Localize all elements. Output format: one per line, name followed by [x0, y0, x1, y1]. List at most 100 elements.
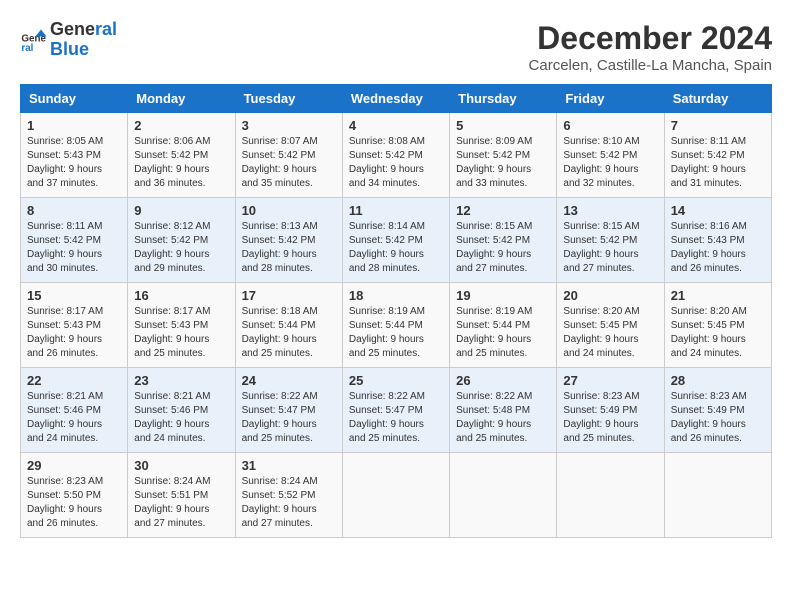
table-row: 1 Sunrise: 8:05 AM Sunset: 5:43 PM Daylig… [21, 113, 128, 198]
table-row: 25 Sunrise: 8:22 AM Sunset: 5:47 PM Dayli… [342, 368, 449, 453]
logo-text: General Blue [50, 20, 117, 60]
day-info: Sunrise: 8:23 AM Sunset: 5:49 PM Dayligh… [563, 390, 657, 446]
table-row: 22 Sunrise: 8:21 AM Sunset: 5:46 PM Dayli… [21, 368, 128, 453]
day-info: Sunrise: 8:20 AM Sunset: 5:45 PM Dayligh… [671, 305, 765, 361]
table-row: 11 Sunrise: 8:14 AM Sunset: 5:42 PM Dayli… [342, 198, 449, 283]
table-row: 10Sunrise: 8:13 AM Sunset: 5:42 PM Dayli… [235, 198, 342, 283]
table-row: 13 Sunrise: 8:15 AM Sunset: 5:42 PM Dayli… [557, 198, 664, 283]
day-info: Sunrise: 8:10 AM Sunset: 5:42 PM Dayligh… [563, 135, 657, 191]
day-info: Sunrise: 8:19 AM Sunset: 5:44 PM Dayligh… [456, 305, 550, 361]
table-row: 4 Sunrise: 8:08 AM Sunset: 5:42 PM Daylig… [342, 113, 449, 198]
calendar-week-row: 1 Sunrise: 8:05 AM Sunset: 5:43 PM Daylig… [21, 113, 772, 198]
day-number: 5 [456, 118, 550, 133]
day-info: Sunrise: 8:22 AM Sunset: 5:47 PM Dayligh… [349, 390, 443, 446]
day-number: 13 [563, 203, 657, 218]
day-info: Sunrise: 8:15 AM Sunset: 5:42 PM Dayligh… [456, 220, 550, 276]
day-number: 3 [242, 118, 336, 133]
day-number: 6 [563, 118, 657, 133]
day-number: 4 [349, 118, 443, 133]
day-number: 11 [349, 203, 443, 218]
day-info: Sunrise: 8:09 AM Sunset: 5:42 PM Dayligh… [456, 135, 550, 191]
day-number: 10 [242, 203, 336, 218]
table-row: 15 Sunrise: 8:17 AM Sunset: 5:43 PM Dayli… [21, 283, 128, 368]
day-info: Sunrise: 8:21 AM Sunset: 5:46 PM Dayligh… [27, 390, 121, 446]
day-info: Sunrise: 8:24 AM Sunset: 5:52 PM Dayligh… [242, 475, 336, 531]
day-info: Sunrise: 8:23 AM Sunset: 5:49 PM Dayligh… [671, 390, 765, 446]
month-title: December 2024 [529, 20, 772, 57]
table-row: 20Sunrise: 8:20 AM Sunset: 5:45 PM Dayli… [557, 283, 664, 368]
calendar-week-row: 29Sunrise: 8:23 AM Sunset: 5:50 PM Dayli… [21, 453, 772, 538]
table-row: 3 Sunrise: 8:07 AM Sunset: 5:42 PM Daylig… [235, 113, 342, 198]
col-tuesday: Tuesday [235, 85, 342, 113]
day-info: Sunrise: 8:23 AM Sunset: 5:50 PM Dayligh… [27, 475, 121, 531]
day-number: 30 [134, 458, 228, 473]
day-info: Sunrise: 8:24 AM Sunset: 5:51 PM Dayligh… [134, 475, 228, 531]
col-monday: Monday [128, 85, 235, 113]
day-info: Sunrise: 8:07 AM Sunset: 5:42 PM Dayligh… [242, 135, 336, 191]
table-row: 30 Sunrise: 8:24 AM Sunset: 5:51 PM Dayli… [128, 453, 235, 538]
day-number: 21 [671, 288, 765, 303]
table-row: 7Sunrise: 8:11 AM Sunset: 5:42 PM Daylig… [664, 113, 771, 198]
day-info: Sunrise: 8:06 AM Sunset: 5:42 PM Dayligh… [134, 135, 228, 191]
day-number: 14 [671, 203, 765, 218]
day-info: Sunrise: 8:05 AM Sunset: 5:43 PM Dayligh… [27, 135, 121, 191]
calendar-week-row: 8 Sunrise: 8:11 AM Sunset: 5:42 PM Daylig… [21, 198, 772, 283]
table-row: 27 Sunrise: 8:23 AM Sunset: 5:49 PM Dayli… [557, 368, 664, 453]
day-number: 17 [242, 288, 336, 303]
day-number: 25 [349, 373, 443, 388]
table-row: 26Sunrise: 8:22 AM Sunset: 5:48 PM Dayli… [450, 368, 557, 453]
table-row: 5 Sunrise: 8:09 AM Sunset: 5:42 PM Daylig… [450, 113, 557, 198]
table-row [557, 453, 664, 538]
day-info: Sunrise: 8:17 AM Sunset: 5:43 PM Dayligh… [27, 305, 121, 361]
calendar-week-row: 15 Sunrise: 8:17 AM Sunset: 5:43 PM Dayli… [21, 283, 772, 368]
day-info: Sunrise: 8:18 AM Sunset: 5:44 PM Dayligh… [242, 305, 336, 361]
location-title: Carcelen, Castille-La Mancha, Spain [529, 57, 772, 74]
calendar-table: Sunday Monday Tuesday Wednesday Thursday… [20, 84, 772, 538]
logo: Gene ral General Blue [20, 20, 117, 60]
col-friday: Friday [557, 85, 664, 113]
day-number: 19 [456, 288, 550, 303]
col-sunday: Sunday [21, 85, 128, 113]
day-info: Sunrise: 8:20 AM Sunset: 5:45 PM Dayligh… [563, 305, 657, 361]
day-info: Sunrise: 8:14 AM Sunset: 5:42 PM Dayligh… [349, 220, 443, 276]
day-number: 8 [27, 203, 121, 218]
table-row [664, 453, 771, 538]
page-header: Gene ral General Blue December 2024 Carc… [20, 20, 772, 74]
day-number: 24 [242, 373, 336, 388]
day-info: Sunrise: 8:15 AM Sunset: 5:42 PM Dayligh… [563, 220, 657, 276]
table-row: 18Sunrise: 8:19 AM Sunset: 5:44 PM Dayli… [342, 283, 449, 368]
table-row: 8 Sunrise: 8:11 AM Sunset: 5:42 PM Daylig… [21, 198, 128, 283]
day-info: Sunrise: 8:12 AM Sunset: 5:42 PM Dayligh… [134, 220, 228, 276]
day-info: Sunrise: 8:08 AM Sunset: 5:42 PM Dayligh… [349, 135, 443, 191]
table-row [450, 453, 557, 538]
logo-icon: Gene ral [20, 26, 48, 54]
day-info: Sunrise: 8:11 AM Sunset: 5:42 PM Dayligh… [27, 220, 121, 276]
day-number: 16 [134, 288, 228, 303]
col-thursday: Thursday [450, 85, 557, 113]
day-info: Sunrise: 8:11 AM Sunset: 5:42 PM Dayligh… [671, 135, 765, 191]
day-number: 22 [27, 373, 121, 388]
table-row: 14 Sunrise: 8:16 AM Sunset: 5:43 PM Dayli… [664, 198, 771, 283]
title-section: December 2024 Carcelen, Castille-La Manc… [529, 20, 772, 74]
col-wednesday: Wednesday [342, 85, 449, 113]
day-number: 15 [27, 288, 121, 303]
table-row: 24 Sunrise: 8:22 AM Sunset: 5:47 PM Dayli… [235, 368, 342, 453]
day-info: Sunrise: 8:16 AM Sunset: 5:43 PM Dayligh… [671, 220, 765, 276]
table-row: 19 Sunrise: 8:19 AM Sunset: 5:44 PM Dayli… [450, 283, 557, 368]
table-row: 23Sunrise: 8:21 AM Sunset: 5:46 PM Dayli… [128, 368, 235, 453]
day-number: 12 [456, 203, 550, 218]
col-saturday: Saturday [664, 85, 771, 113]
calendar-week-row: 22 Sunrise: 8:21 AM Sunset: 5:46 PM Dayli… [21, 368, 772, 453]
svg-text:ral: ral [21, 43, 33, 54]
day-info: Sunrise: 8:21 AM Sunset: 5:46 PM Dayligh… [134, 390, 228, 446]
table-row [342, 453, 449, 538]
day-number: 1 [27, 118, 121, 133]
table-row: 17 Sunrise: 8:18 AM Sunset: 5:44 PM Dayli… [235, 283, 342, 368]
day-info: Sunrise: 8:22 AM Sunset: 5:47 PM Dayligh… [242, 390, 336, 446]
table-row: 28Sunrise: 8:23 AM Sunset: 5:49 PM Dayli… [664, 368, 771, 453]
table-row: 31 Sunrise: 8:24 AM Sunset: 5:52 PM Dayli… [235, 453, 342, 538]
table-row: 12 Sunrise: 8:15 AM Sunset: 5:42 PM Dayli… [450, 198, 557, 283]
day-number: 27 [563, 373, 657, 388]
day-number: 31 [242, 458, 336, 473]
table-row: 29Sunrise: 8:23 AM Sunset: 5:50 PM Dayli… [21, 453, 128, 538]
